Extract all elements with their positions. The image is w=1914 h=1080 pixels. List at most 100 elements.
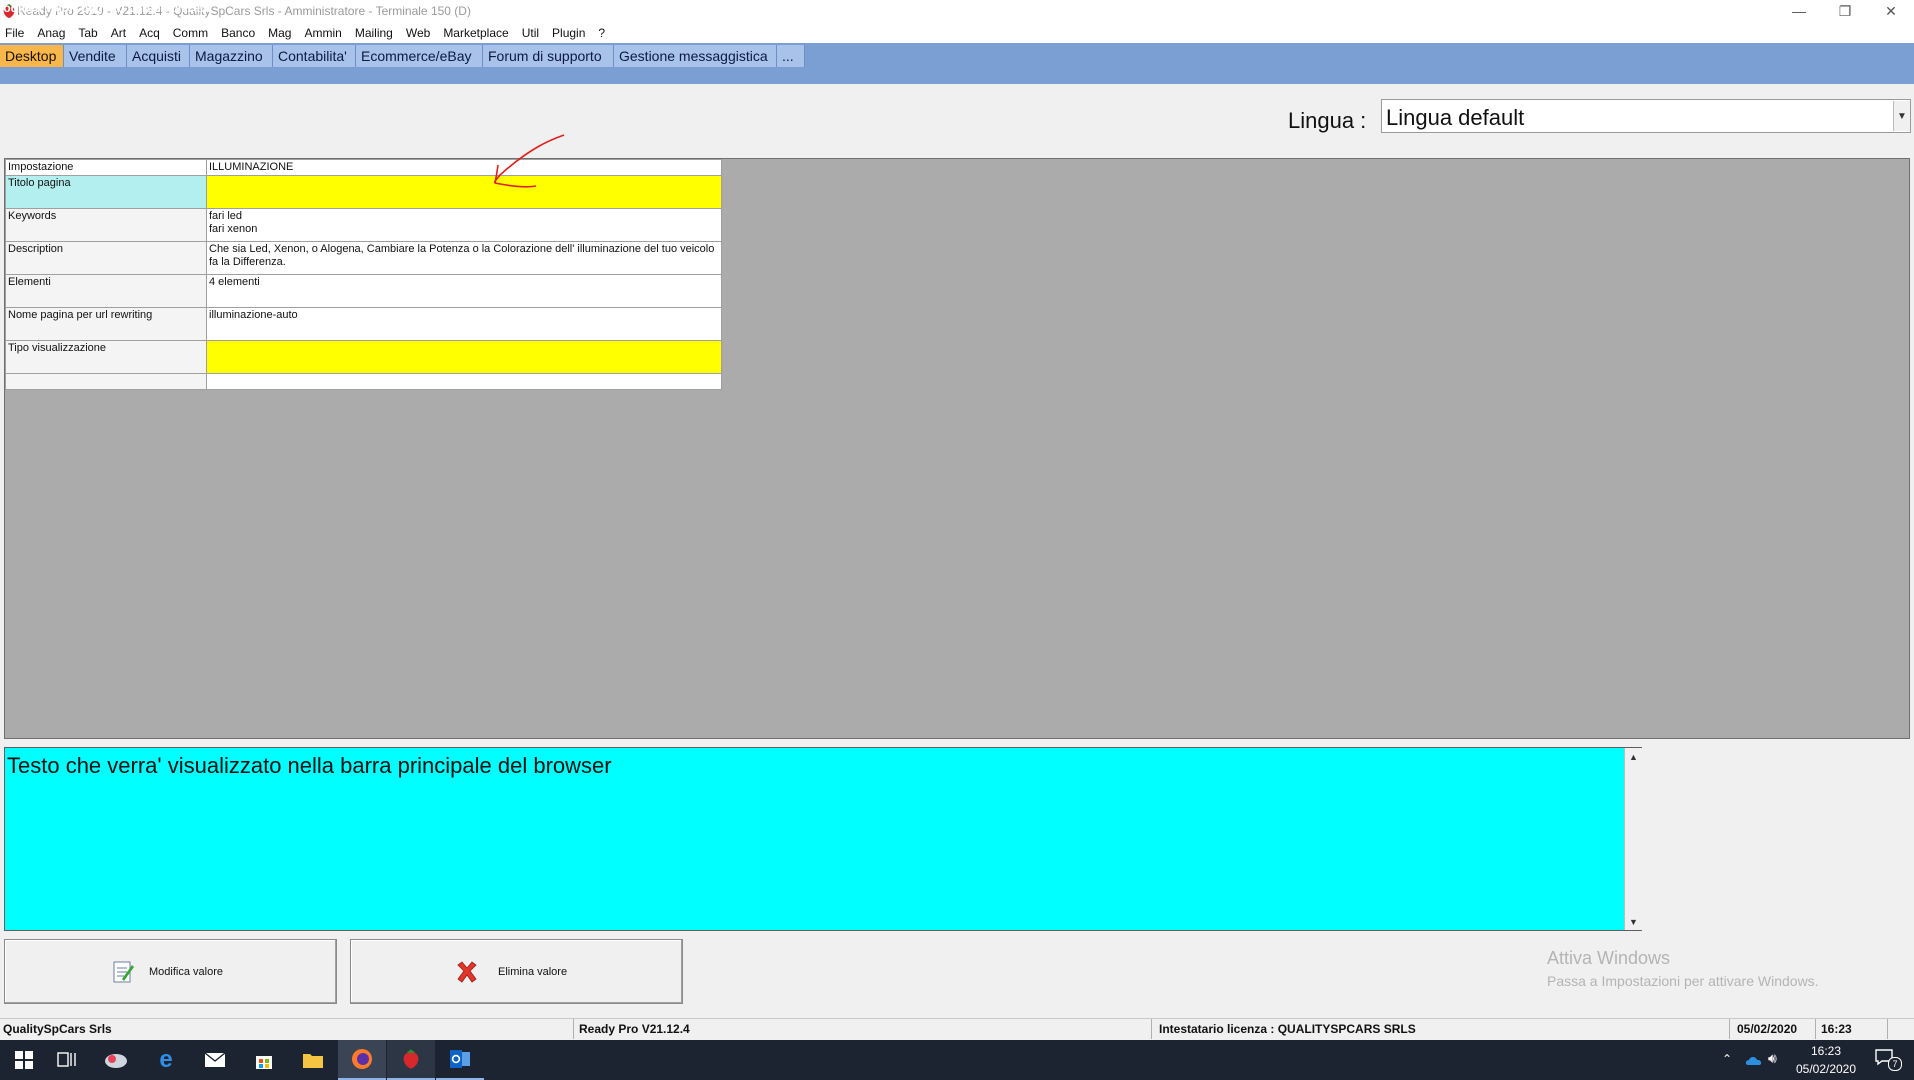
- table-row[interactable]: Description Che sia Led, Xenon, o Alogen…: [5, 241, 722, 275]
- taskbar-app-mail[interactable]: [191, 1040, 239, 1080]
- row-value-nome-pagina-url[interactable]: illuminazione-auto: [206, 307, 722, 341]
- keyword-line: fari led: [209, 210, 243, 222]
- row-label-tipo-visualizzazione[interactable]: Tipo visualizzazione: [5, 340, 207, 374]
- table-row[interactable]: Titolo pagina: [5, 175, 722, 209]
- restore-button[interactable]: ❐: [1822, 0, 1868, 22]
- tab-acquisti[interactable]: Acquisti: [127, 45, 190, 67]
- menu-util[interactable]: Util: [517, 26, 547, 40]
- notepad-edit-icon: [113, 961, 134, 983]
- notification-center-button[interactable]: 7: [1874, 1048, 1902, 1074]
- status-time: 16:23: [1818, 1019, 1888, 1039]
- taskbar-app-store[interactable]: [240, 1040, 288, 1080]
- taskbar-clock-time[interactable]: 16:23: [1780, 1044, 1872, 1058]
- onedrive-icon[interactable]: [1745, 1054, 1763, 1066]
- menu-tab[interactable]: Tab: [73, 26, 105, 40]
- help-scrollbar[interactable]: ▲ ▼: [1624, 748, 1642, 930]
- menu-mag[interactable]: Mag: [263, 26, 299, 40]
- menu-plugin[interactable]: Plugin: [547, 26, 593, 40]
- row-label-titolo-pagina[interactable]: Titolo pagina: [5, 175, 207, 209]
- elimina-valore-button[interactable]: Elimina valore: [350, 939, 683, 1004]
- row-value-elementi[interactable]: 4 elementi: [206, 274, 722, 308]
- module-tab-bar: Desktop Vendite Acquisti Magazzino Conta…: [0, 43, 1914, 67]
- minimize-button[interactable]: —: [1776, 0, 1822, 22]
- dialog-close-button[interactable]: ×: [1896, 0, 1914, 17]
- row-label-elementi[interactable]: Elementi: [5, 274, 207, 308]
- table-row[interactable]: Keywords fari led fari xenon: [5, 208, 722, 242]
- row-label-keywords[interactable]: Keywords: [5, 208, 207, 242]
- menu-web[interactable]: Web: [401, 26, 438, 40]
- modifica-valore-button[interactable]: Modifica valore: [4, 939, 337, 1004]
- minimize-icon: —: [1792, 3, 1806, 19]
- tab-vendite[interactable]: Vendite: [64, 45, 127, 67]
- taskbar-app-outlook[interactable]: [436, 1040, 484, 1080]
- menu-acq[interactable]: Acq: [134, 26, 168, 40]
- scroll-down-icon[interactable]: ▼: [1625, 913, 1642, 930]
- show-hidden-icons[interactable]: ⌃: [1722, 1052, 1732, 1066]
- start-button[interactable]: [0, 1040, 48, 1080]
- status-date: 05/02/2020: [1734, 1019, 1816, 1039]
- tab-ecommerce-ebay[interactable]: Ecommerce/eBay: [356, 45, 483, 67]
- menu-art[interactable]: Art: [106, 26, 134, 40]
- grid-header-row: Impostazione ILLUMINAZIONE: [5, 159, 722, 176]
- menu-comm[interactable]: Comm: [168, 26, 216, 40]
- cloud-app-icon: [105, 1054, 127, 1068]
- menu-anag[interactable]: Anag: [32, 26, 73, 40]
- taskbar-app-explorer[interactable]: [289, 1040, 337, 1080]
- elimina-valore-label: Elimina valore: [498, 966, 568, 978]
- keyword-line: fari xenon: [209, 223, 258, 235]
- tab-desktop[interactable]: Desktop: [0, 45, 64, 67]
- grid-header-value: ILLUMINAZIONE: [206, 159, 722, 176]
- tab-more[interactable]: ...: [777, 45, 805, 67]
- taskbar-app-firefox[interactable]: [338, 1040, 386, 1080]
- activate-windows-title: Attiva Windows: [1547, 948, 1671, 968]
- menu-ammin[interactable]: Ammin: [299, 26, 349, 40]
- notification-count-badge: 7: [1888, 1057, 1902, 1071]
- tab-gestione-messaggistica[interactable]: Gestione messaggistica: [614, 45, 777, 67]
- menu-help[interactable]: ?: [593, 26, 613, 40]
- language-label: Lingua :: [1288, 108, 1367, 133]
- scroll-up-icon[interactable]: ▲: [1625, 748, 1642, 765]
- taskbar-clock-date[interactable]: 05/02/2020: [1780, 1062, 1872, 1076]
- close-icon: ×: [1901, 1, 1909, 16]
- row-value-titolo-pagina[interactable]: [206, 175, 722, 209]
- row-value-keywords[interactable]: fari led fari xenon: [206, 208, 722, 242]
- menu-bar: File Anag Tab Art Acq Comm Banco Mag Amm…: [0, 22, 1914, 43]
- menu-marketplace[interactable]: Marketplace: [438, 26, 516, 40]
- row-label-description[interactable]: Description: [5, 241, 207, 275]
- activate-windows-subtitle: Passa a Impostazioni per attivare Window…: [1547, 973, 1819, 989]
- tab-forum-supporto[interactable]: Forum di supporto: [483, 45, 614, 67]
- grid-header-setting: Impostazione: [5, 159, 207, 176]
- volume-icon[interactable]: 🔊︎: [1768, 1050, 1777, 1067]
- store-bag-icon: [256, 1056, 272, 1069]
- row-value-empty: [206, 373, 722, 390]
- edge-browser-icon: e: [159, 1046, 173, 1073]
- taskbar-app-readypro[interactable]: [387, 1040, 435, 1080]
- table-row[interactable]: Nome pagina per url rewriting illuminazi…: [5, 307, 722, 341]
- firefox-icon: [352, 1049, 372, 1069]
- dialog-title-bar: [0, 67, 1914, 84]
- outlook-icon: [450, 1050, 470, 1068]
- tab-magazzino[interactable]: Magazzino: [190, 45, 273, 67]
- row-value-description[interactable]: Che sia Led, Xenon, o Alogena, Cambiare …: [206, 241, 722, 275]
- menu-file[interactable]: File: [0, 26, 32, 40]
- taskbar-app-edge[interactable]: e: [142, 1040, 190, 1080]
- help-description-text: Testo che verra' visualizzato nella barr…: [7, 753, 612, 778]
- table-row[interactable]: Elementi 4 elementi: [5, 274, 722, 308]
- status-license: Intestatario licenza : QUALITYSPCARS SRL…: [1156, 1019, 1730, 1039]
- taskbar-app-cloud[interactable]: [92, 1040, 140, 1080]
- red-x-icon: [457, 961, 477, 983]
- dropdown-arrow-icon[interactable]: ▼: [1893, 101, 1910, 131]
- menu-banco[interactable]: Banco: [216, 26, 263, 40]
- folder-icon: [303, 1054, 323, 1068]
- row-label-nome-pagina-url[interactable]: Nome pagina per url rewriting: [5, 307, 207, 341]
- table-row[interactable]: Tipo visualizzazione: [5, 340, 722, 374]
- table-row-empty[interactable]: [5, 373, 722, 390]
- tab-contabilita[interactable]: Contabilita': [273, 45, 356, 67]
- menu-mailing[interactable]: Mailing: [350, 26, 401, 40]
- row-value-tipo-visualizzazione[interactable]: [206, 340, 722, 374]
- annotation-arrow: [493, 134, 565, 188]
- task-view-button[interactable]: [43, 1040, 91, 1080]
- mail-icon: [204, 1052, 226, 1067]
- dialog-title: lodifica valori oggetto personalizzato: [0, 1, 212, 15]
- status-company: QualitySpCars Srls: [0, 1019, 574, 1039]
